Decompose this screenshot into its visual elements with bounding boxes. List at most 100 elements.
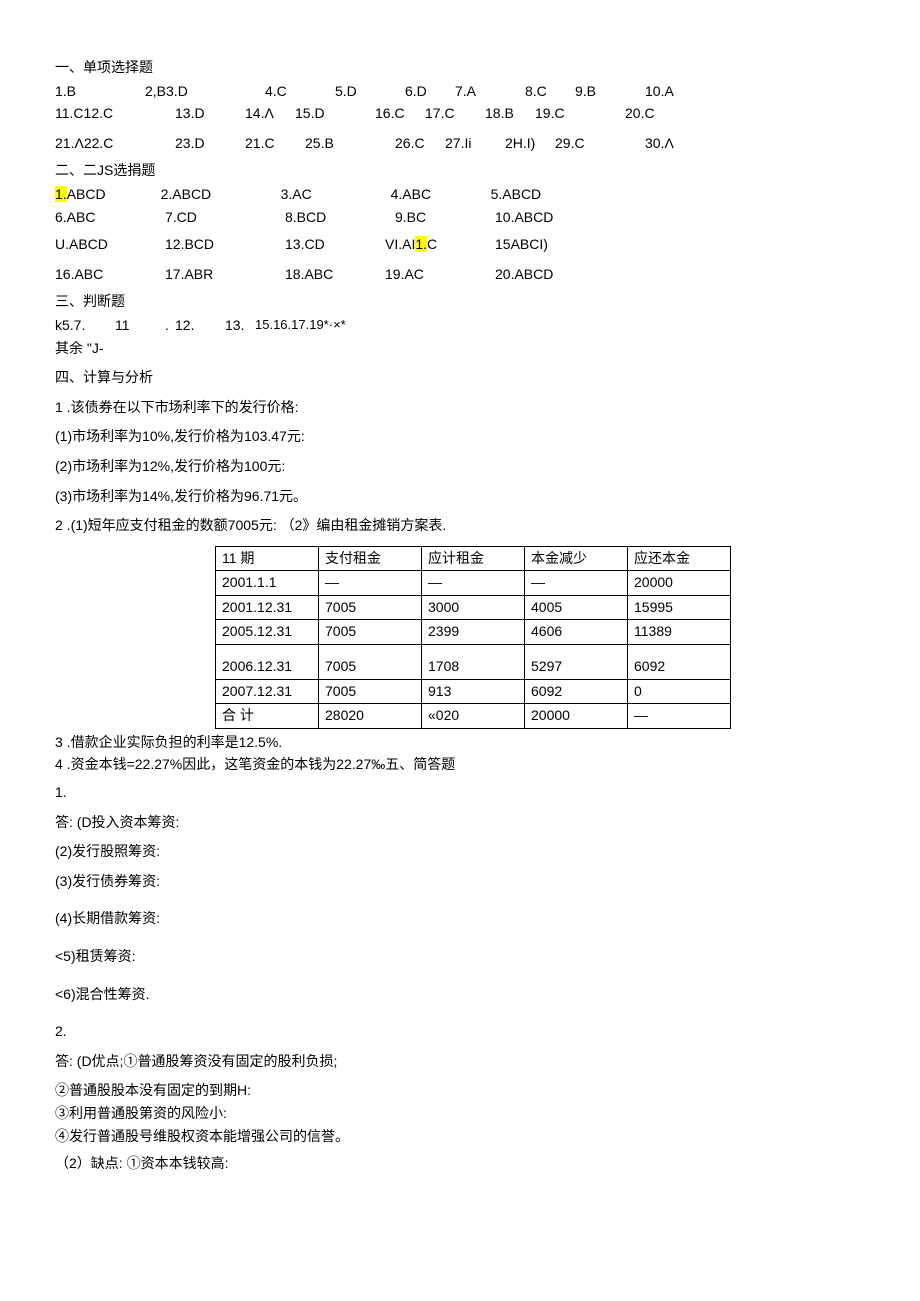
c: 18.ABC (285, 265, 385, 285)
td: — (422, 571, 525, 596)
td: 4606 (525, 620, 628, 645)
c: 16.ABC (55, 265, 165, 285)
a1-2: (2)发行股照筹资: (55, 842, 865, 862)
c: 19.C (535, 104, 625, 124)
c: 13. (225, 316, 255, 336)
c: . (165, 316, 175, 336)
c: 13.CD (285, 235, 385, 255)
c: 11.C12.C (55, 104, 175, 124)
c: U.ABCD (55, 235, 165, 255)
section-1-title: 一、单项选择题 (55, 58, 865, 78)
c: 12.BCD (165, 235, 285, 255)
s2-row2: 6.ABC 7.CD 8.BCD 9.BC 10.ABCD (55, 208, 865, 228)
q3: 3 .借款企业实际负担的利率是12.5%. (55, 733, 865, 753)
c: 14.Λ (245, 104, 295, 124)
td: 11389 (628, 620, 731, 645)
highlight-1: 1. (55, 186, 67, 202)
td: — (319, 571, 422, 596)
td: 6092 (525, 679, 628, 704)
s1-row3: 21.Λ22.C 23.D 21.C 25.B 26.C 27.Ii 2H.I)… (55, 134, 865, 154)
s2-row1: 1.ABCD 2.ABCD 3.AC 4.ABC 5.ABCD (55, 185, 865, 205)
c: 12. (175, 316, 225, 336)
c: 4.ABC (391, 185, 491, 205)
a1-6: <6)混合性筹资. (55, 985, 865, 1005)
td: 0 (628, 679, 731, 704)
c: 11 (115, 316, 165, 336)
td: 2399 (422, 620, 525, 645)
c: 3.AC (281, 185, 391, 205)
c: 1.ABCD (55, 185, 106, 205)
table-row: 2001.1.1 — — — 20000 (216, 571, 731, 596)
c: 6.ABC (55, 208, 165, 228)
c: 4.C (265, 82, 335, 102)
td: 20000 (628, 571, 731, 596)
q1-1: (1)市场利率为10%,发行价格为103.47元: (55, 427, 865, 447)
c: 7.A (455, 82, 525, 102)
a2-0: 答: (D优点;①普通股筹资没有固定的股利负损; (55, 1052, 865, 1072)
c: k5.7. (55, 316, 115, 336)
th: 支付租金 (319, 546, 422, 571)
s1-row2: 11.C12.C 13.D 14.Λ 15.D 16.C 17.C 18.B 1… (55, 104, 865, 124)
a2-5: （2）缺点: ①资本本钱较高: (55, 1154, 865, 1174)
c: 5.ABCD (491, 185, 571, 205)
s3-line2: 其余 "J- (55, 339, 865, 359)
c: 21.C (245, 134, 305, 154)
table-row: 2006.12.31 7005 1708 5297 6092 (216, 645, 731, 680)
c: 29.C (555, 134, 645, 154)
q1: 1 .该债券在以下市场利率下的发行价格: (55, 398, 865, 418)
c: 30.Λ (645, 134, 695, 154)
a1-3: (3)发行债券筹资: (55, 872, 865, 892)
highlight-2: 1. (415, 236, 427, 252)
a2-2: ②普通股股本没有固定的到期H: (55, 1081, 865, 1101)
th: 应还本金 (628, 546, 731, 571)
c: 2H.I) (505, 134, 555, 154)
a1-5: <5)租赁筹资: (55, 947, 865, 967)
td: 2001.1.1 (216, 571, 319, 596)
td: 28020 (319, 704, 422, 729)
q4: 4 .资金本钱=22.27%因此，这笔资金的本钱为22.27‰五、简答题 (55, 755, 865, 775)
c: 18.B (485, 104, 535, 124)
c: 7.CD (165, 208, 285, 228)
a2-num: 2. (55, 1022, 865, 1042)
c: 16.C (375, 104, 425, 124)
a1-0: 答: (D投入资本筹资: (55, 813, 865, 833)
a1-4: (4)长期借款筹资: (55, 909, 865, 929)
c: 17.C (425, 104, 485, 124)
c: 8.C (525, 82, 575, 102)
td: «020 (422, 704, 525, 729)
c: 5.D (335, 82, 405, 102)
td: 合 计 (216, 704, 319, 729)
th: 应计租金 (422, 546, 525, 571)
td: 2006.12.31 (216, 645, 319, 680)
c: 27.Ii (445, 134, 505, 154)
th: 本金减少 (525, 546, 628, 571)
s1-row1: 1.B 2,B3.D 4.C 5.D 6.D 7.A 8.C 9.B 10.A (55, 82, 865, 102)
amortization-table: 11 期 支付租金 应计租金 本金减少 应还本金 2001.1.1 — — — … (215, 546, 731, 729)
q1-2: (2)市场利率为12%,发行价格为100元: (55, 457, 865, 477)
txt: ABCD (67, 186, 106, 202)
c: VI.AI1.C (385, 235, 495, 255)
c: 10.ABCD (495, 208, 575, 228)
c: 1.B (55, 82, 145, 102)
c: 2.ABCD (161, 185, 281, 205)
a1-num: 1. (55, 783, 865, 803)
c: 10.A (645, 82, 695, 102)
a2-4: ④发行普通股号维股权资本能增强公司的信誉。 (55, 1127, 865, 1147)
section-2-title: 二、二JS选捐题 (55, 161, 865, 181)
txt: C (427, 236, 437, 252)
c: 15.D (295, 104, 375, 124)
th: 11 期 (216, 546, 319, 571)
c: 8.BCD (285, 208, 395, 228)
table-row: 2001.12.31 7005 3000 4005 15995 (216, 595, 731, 620)
td: 5297 (525, 645, 628, 680)
table-row: 2005.12.31 7005 2399 4606 11389 (216, 620, 731, 645)
td: 20000 (525, 704, 628, 729)
q2: 2 .(1)短年应支付租金的数额7005元: （2》编由租金摊销方案表. (55, 516, 865, 536)
c: 23.D (175, 134, 245, 154)
c: 2,B3.D (145, 82, 265, 102)
c: 20.C (625, 104, 675, 124)
td: 7005 (319, 645, 422, 680)
td: 7005 (319, 620, 422, 645)
td: 913 (422, 679, 525, 704)
s2-row3: U.ABCD 12.BCD 13.CD VI.AI1.C 15ABCI) (55, 235, 865, 255)
